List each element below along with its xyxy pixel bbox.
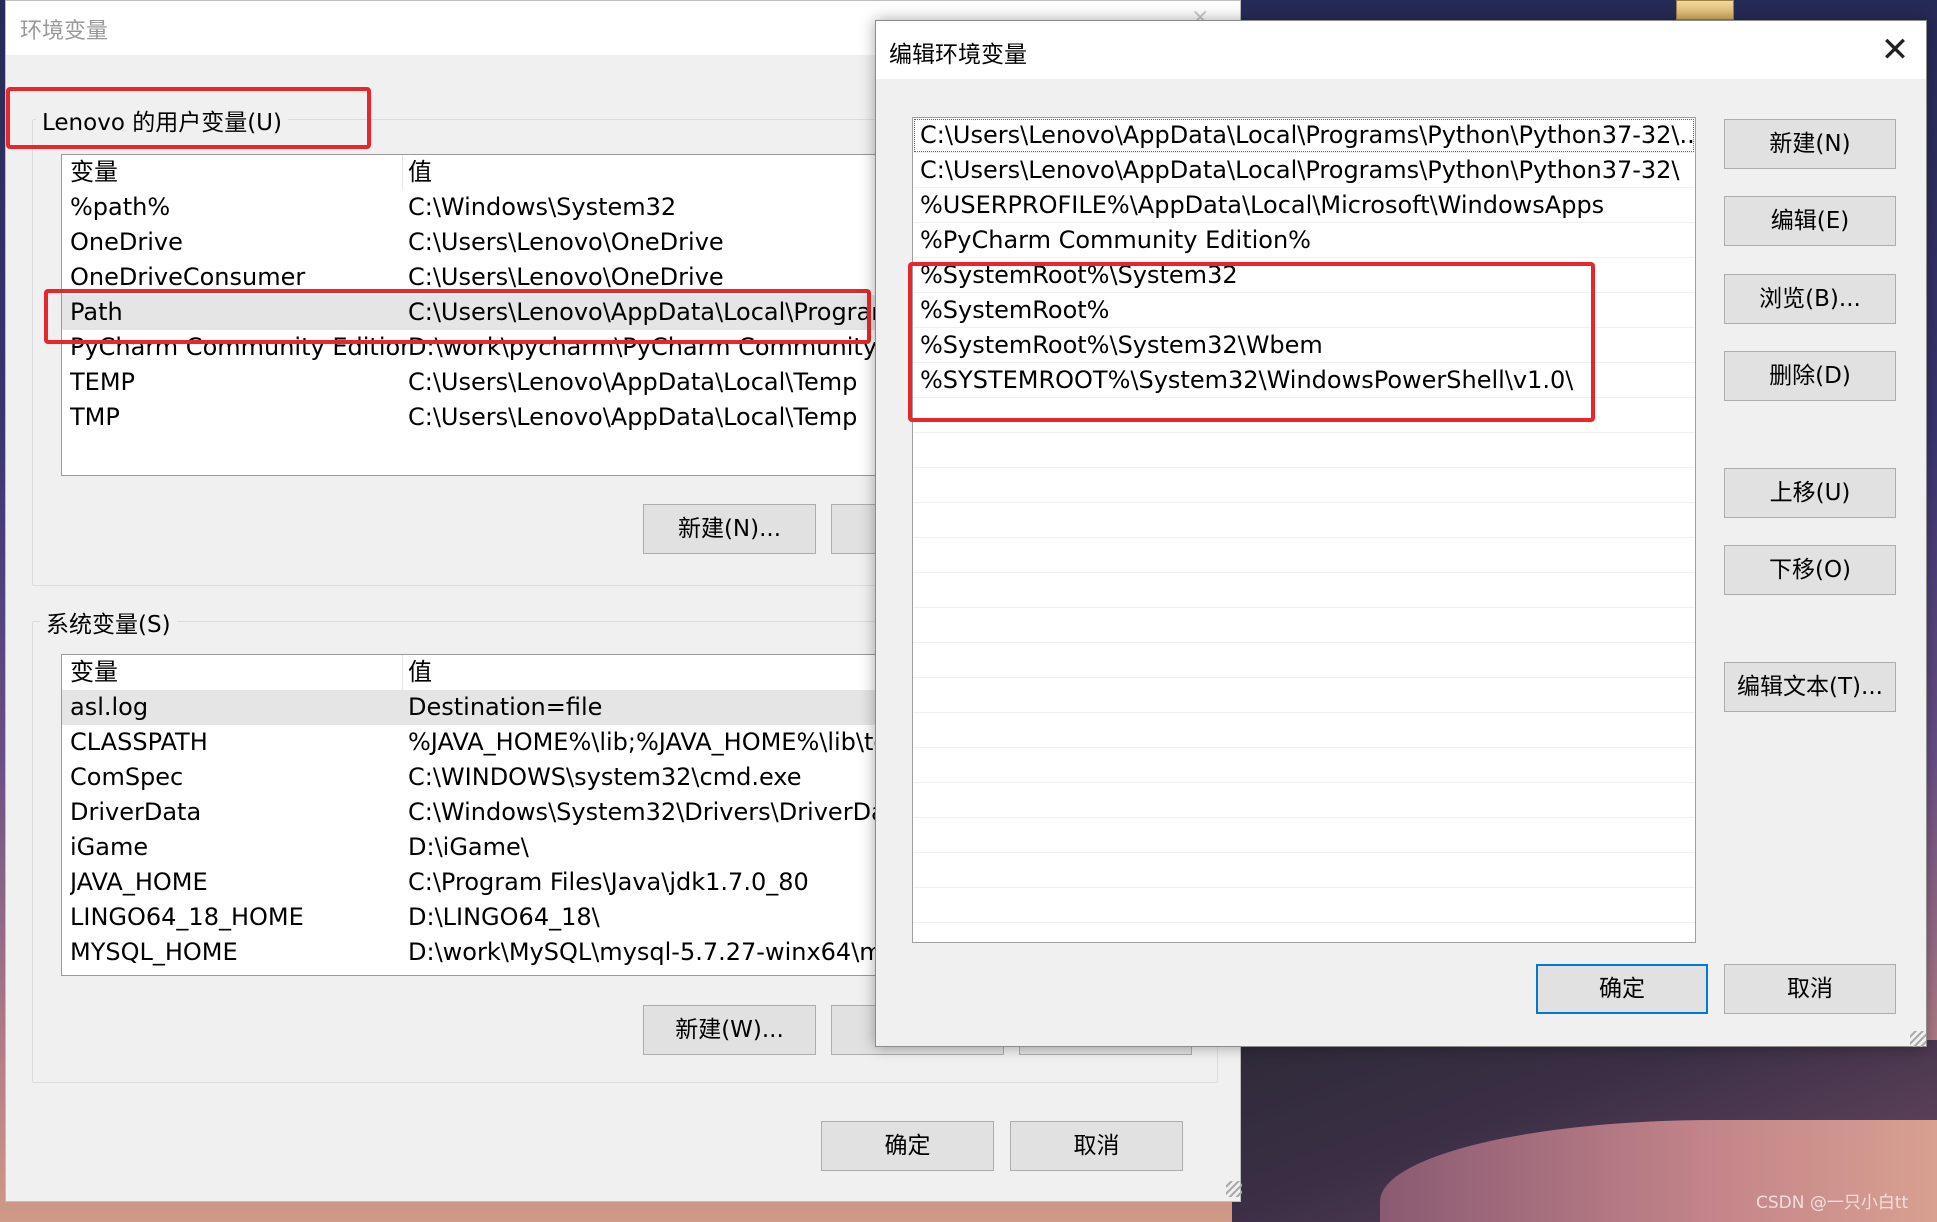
var-name: Path <box>70 298 123 326</box>
ok-button[interactable]: 确定 <box>1536 964 1708 1014</box>
edit-environment-variable-dialog: 编辑环境变量 ✕ C:\Users\Lenovo\AppData\Local\P… <box>875 20 1927 1047</box>
empty-row[interactable] <box>913 678 1695 713</box>
empty-row[interactable] <box>913 608 1695 643</box>
empty-row[interactable] <box>913 503 1695 538</box>
main-cancel-button[interactable]: 取消 <box>1010 1121 1183 1171</box>
var-name: PyCharm Community Edition <box>70 333 408 361</box>
var-name: MYSQL_HOME <box>70 938 238 966</box>
empty-row[interactable] <box>913 398 1695 433</box>
edit-titlebar: 编辑环境变量 <box>876 21 1926 79</box>
var-name: LINGO64_18_HOME <box>70 903 304 931</box>
move-up-button[interactable]: 上移(U) <box>1724 468 1896 518</box>
close-icon[interactable]: ✕ <box>1872 27 1918 73</box>
var-name: CLASSPATH <box>70 728 208 756</box>
empty-row[interactable] <box>913 783 1695 818</box>
var-name: DriverData <box>70 798 202 826</box>
path-entry[interactable]: %SystemRoot% <box>913 293 1695 328</box>
main-ok-button[interactable]: 确定 <box>821 1121 994 1171</box>
empty-row[interactable] <box>913 748 1695 783</box>
var-name: %path% <box>70 193 171 221</box>
resize-grip[interactable] <box>1226 1181 1242 1197</box>
var-name: OneDriveConsumer <box>70 263 306 291</box>
cancel-button[interactable]: 取消 <box>1724 964 1896 1014</box>
empty-row[interactable] <box>913 713 1695 748</box>
column-divider[interactable] <box>402 155 403 190</box>
path-entry[interactable]: C:\Users\Lenovo\AppData\Local\Programs\P… <box>913 153 1695 188</box>
path-entry[interactable]: %SystemRoot%\System32\Wbem <box>913 328 1695 363</box>
main-title: 环境变量 <box>20 19 109 44</box>
path-entry[interactable]: %USERPROFILE%\AppData\Local\Microsoft\Wi… <box>913 188 1695 223</box>
empty-row[interactable] <box>913 468 1695 503</box>
move-down-button[interactable]: 下移(O) <box>1724 545 1896 595</box>
empty-row[interactable] <box>913 888 1695 923</box>
path-entry[interactable]: C:\Users\Lenovo\AppData\Local\Programs\P… <box>913 118 1695 153</box>
empty-row[interactable] <box>913 433 1695 468</box>
column-header-variable[interactable]: 变量 <box>70 655 408 690</box>
delete-button[interactable]: 删除(D) <box>1724 351 1896 401</box>
edit-button[interactable]: 编辑(E) <box>1724 196 1896 246</box>
path-entry[interactable]: %SystemRoot%\System32 <box>913 258 1695 293</box>
var-name: iGame <box>70 833 149 861</box>
empty-row[interactable] <box>913 818 1695 853</box>
desktop-folder-icon[interactable] <box>1676 0 1734 20</box>
system-variables-label: 系统变量(S) <box>40 605 177 639</box>
var-name: OneDrive <box>70 228 183 256</box>
watermark: CSDN @一只小白tt <box>1756 1193 1909 1213</box>
path-entry[interactable]: %SYSTEMROOT%\System32\WindowsPowerShell\… <box>913 363 1695 398</box>
path-entry[interactable]: %PyCharm Community Edition% <box>913 223 1695 258</box>
column-divider[interactable] <box>402 655 403 690</box>
edit-text-button[interactable]: 编辑文本(T)... <box>1724 662 1896 712</box>
var-name: ComSpec <box>70 763 184 791</box>
var-name: asl.log <box>70 693 149 721</box>
var-name: TEMP <box>70 368 136 396</box>
user-new-button[interactable]: 新建(N)... <box>643 504 816 554</box>
empty-row[interactable] <box>913 853 1695 888</box>
var-name: JAVA_HOME <box>70 868 208 896</box>
system-new-button[interactable]: 新建(W)... <box>643 1005 816 1055</box>
empty-row[interactable] <box>913 573 1695 608</box>
empty-row[interactable] <box>913 643 1695 678</box>
user-variables-label: Lenovo 的用户变量(U) <box>36 103 288 137</box>
browse-button[interactable]: 浏览(B)... <box>1724 274 1896 324</box>
new-button[interactable]: 新建(N) <box>1724 119 1896 169</box>
var-name: TMP <box>70 403 120 431</box>
resize-grip[interactable] <box>1910 1031 1926 1047</box>
edit-title: 编辑环境变量 <box>889 42 1027 68</box>
column-header-variable[interactable]: 变量 <box>70 155 408 190</box>
path-entries-list[interactable]: C:\Users\Lenovo\AppData\Local\Programs\P… <box>912 117 1696 943</box>
empty-row[interactable] <box>913 538 1695 573</box>
